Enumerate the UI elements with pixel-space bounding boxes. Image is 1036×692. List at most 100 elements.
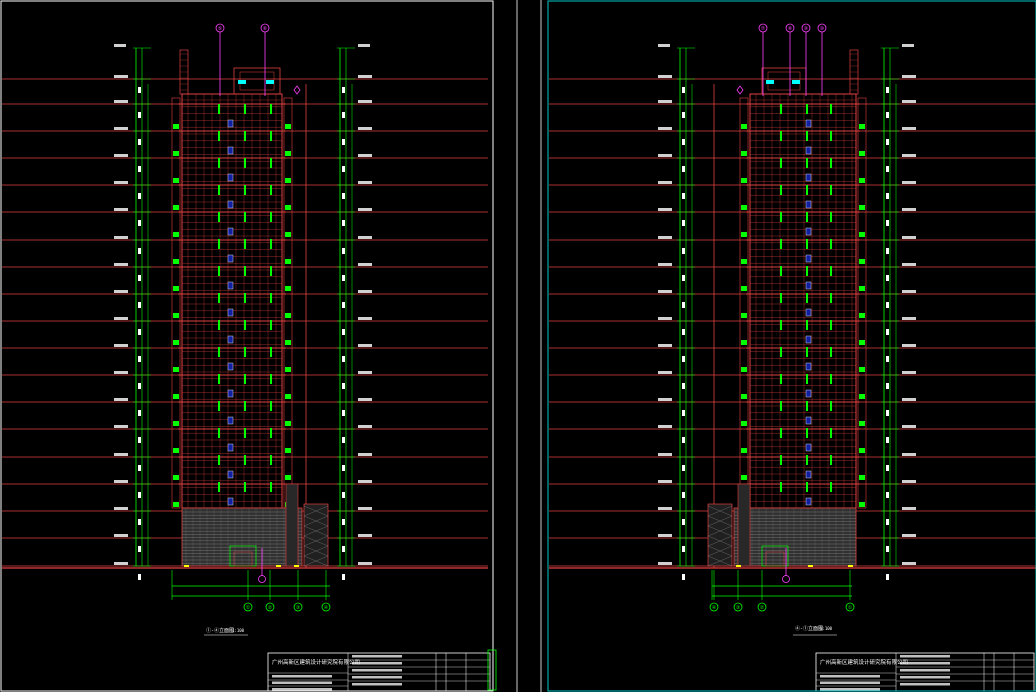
roof-equipment [238,80,246,84]
balcony-rail [741,286,747,291]
level-label [358,154,372,157]
dimension-text-mark [682,356,685,362]
dimension-text-mark [138,329,141,335]
window-marker [227,173,234,182]
balcony-rail [859,421,865,426]
dimension-text-mark [342,492,345,498]
balcony-rail [859,340,865,345]
dimension-text-mark [682,139,685,145]
elevation-title: ④-①立面图 [795,625,823,632]
window-marker [805,227,812,236]
roof-equipment [266,80,274,84]
dimension-text-mark [886,193,889,199]
axis-label: ④ [712,605,717,611]
level-label [358,75,372,78]
dimension-text-mark [886,220,889,226]
facade-green-strip [244,158,246,168]
level-label [114,263,128,266]
facade-green-strip [780,374,782,384]
facade-green-strip [218,212,220,222]
stair-core [737,483,751,567]
facade-green-strip [218,104,220,114]
level-label [114,480,128,483]
facade-green-strip [270,266,272,276]
facade-green-strip [830,212,832,222]
level-label [902,75,916,78]
balcony-rail [859,286,865,291]
facade-green-strip [244,293,246,303]
facade-green-strip [244,266,246,276]
title-block-text [352,655,402,658]
window-marker [227,335,234,344]
facade-green-strip [244,482,246,492]
facade-green-strip [270,293,272,303]
facade-green-strip [830,320,832,330]
facade-green-strip [806,185,808,195]
facade-green-strip [218,455,220,465]
level-label [902,100,916,103]
dimension-text-mark [682,465,685,471]
dimension-text-mark [886,383,889,389]
dimension-text-mark [682,546,685,552]
dimension-text-mark [138,410,141,416]
dimension-text-mark [138,465,141,471]
dimension-text-mark [886,574,889,580]
facade-green-strip [830,266,832,276]
facade-green-strip [270,212,272,222]
facade-green-strip [244,428,246,438]
window-marker [227,443,234,452]
level-label [902,290,916,293]
facade-green-strip [218,401,220,411]
title-block-text [820,681,880,684]
dimension-text-mark [682,519,685,525]
dimension-text-mark [682,166,685,172]
balcony-rail [173,286,179,291]
window-marker [227,227,234,236]
roof-equipment [766,80,774,84]
level-label [902,44,914,47]
dimension-text-mark [682,437,685,443]
facade-green-strip [806,482,808,492]
balcony-rail [285,340,291,345]
window-marker [805,362,812,371]
level-label [114,562,128,565]
balcony-rail [741,367,747,372]
top-axis-label: ⑨ [804,26,808,32]
balcony-rail [741,313,747,318]
facade-green-strip [244,320,246,330]
dimension-text-mark [682,193,685,199]
level-label [358,371,372,374]
top-axis-label: ⑤ [218,26,222,32]
level-label [358,562,372,565]
dimension-text-mark [682,302,685,308]
facade-green-strip [244,104,246,114]
facade-green-strip [244,347,246,357]
facade-green-strip [780,104,782,114]
balcony-rail [285,151,291,156]
dimension-text-mark [886,329,889,335]
balcony-rail [173,124,179,129]
balcony-rail [741,151,747,156]
dimension-text-mark [886,112,889,118]
dimension-text-mark [886,275,889,281]
cad-drawing-canvas[interactable]: ① ② ③ ④ ⑤ ⑥ ①-④立面图 1:100 广州高新区建筑设计研究院有限公司 ④ ③ ②… [0,0,1036,692]
facade-green-strip [218,266,220,276]
dimension-text-mark [682,410,685,416]
dimension-text-mark [138,492,141,498]
facade-green-strip [218,374,220,384]
balcony-rail [285,394,291,399]
window-marker [227,146,234,155]
level-label [114,507,128,510]
level-label [358,480,372,483]
balcony-rail [285,232,291,237]
level-label [114,75,128,78]
axis-label: ③ [296,605,300,611]
window-marker [805,497,812,506]
level-label [358,344,372,347]
dimension-text-mark [342,356,345,362]
dimension-text-mark [342,519,345,525]
level-label [358,100,372,103]
level-label [114,344,128,347]
level-label [902,562,916,565]
top-axis-label: ⑥ [263,26,268,32]
